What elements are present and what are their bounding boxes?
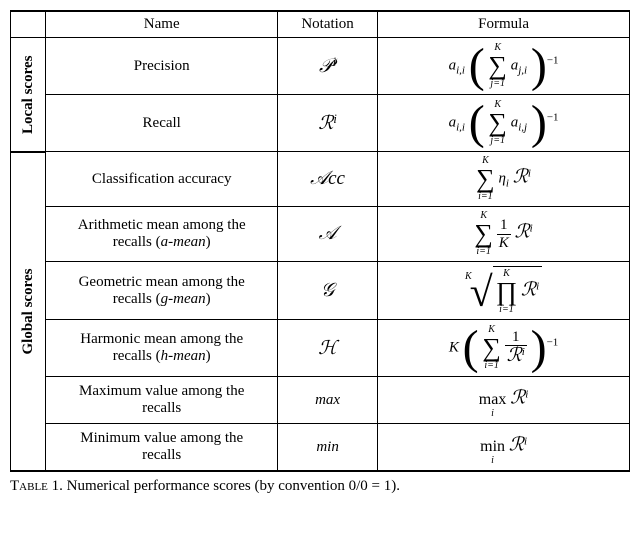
row-hmean: Harmonic mean among the recalls (h-mean)…	[11, 320, 630, 377]
max-notation: max	[278, 377, 378, 424]
precision-formula: ai,i ( K ∑ j=1 aj,i )−1	[378, 38, 630, 95]
row-max: Maximum value among the recalls max max …	[11, 377, 630, 424]
recall-name: Recall	[46, 95, 278, 152]
gmean-notation: 𝒢	[278, 262, 378, 320]
header-formula: Formula	[378, 11, 630, 38]
table-caption: Table 1. Numerical performance scores (b…	[10, 472, 630, 495]
group-global-label: Global scores	[11, 152, 46, 472]
max-formula: max i ℛi	[378, 377, 630, 424]
accuracy-notation: 𝒜cc	[278, 152, 378, 207]
amean-name: Arithmetic mean among the recalls (a-mea…	[46, 207, 278, 262]
gmean-formula: K √ K ∏ i=1 ℛi	[378, 262, 630, 320]
amean-formula: K ∑ i=1 1 K ℛi	[378, 207, 630, 262]
accuracy-name: Classification accuracy	[46, 152, 278, 207]
row-amean: Arithmetic mean among the recalls (a-mea…	[11, 207, 630, 262]
row-accuracy: Global scores Classification accuracy 𝒜c…	[11, 152, 630, 207]
hmean-notation: ℋ	[278, 320, 378, 377]
recall-formula: ai,i ( K ∑ j=1 ai,j )−1	[378, 95, 630, 152]
hmean-name: Harmonic mean among the recalls (h-mean)	[46, 320, 278, 377]
amean-notation: 𝒜	[278, 207, 378, 262]
precision-notation: 𝒫i	[278, 38, 378, 95]
row-min: Minimum value among the recalls min min …	[11, 424, 630, 472]
min-name: Minimum value among the recalls	[46, 424, 278, 472]
accuracy-formula: K ∑ i=1 ηi ℛi	[378, 152, 630, 207]
header-notation: Notation	[278, 11, 378, 38]
row-recall: Recall ℛi ai,i ( K ∑ j=1 ai,j )−1	[11, 95, 630, 152]
min-notation: min	[278, 424, 378, 472]
gmean-name: Geometric mean among the recalls (g-mean…	[46, 262, 278, 320]
corner-cell	[11, 11, 46, 38]
precision-name: Precision	[46, 38, 278, 95]
performance-scores-table: Name Notation Formula Local scores Preci…	[10, 10, 630, 472]
row-gmean: Geometric mean among the recalls (g-mean…	[11, 262, 630, 320]
min-formula: min i ℛi	[378, 424, 630, 472]
group-local-label: Local scores	[11, 38, 46, 152]
hmean-formula: K ( K ∑ i=1 1 ℛi )−1	[378, 320, 630, 377]
header-row: Name Notation Formula	[11, 11, 630, 38]
recall-notation: ℛi	[278, 95, 378, 152]
max-name: Maximum value among the recalls	[46, 377, 278, 424]
row-precision: Local scores Precision 𝒫i ai,i ( K ∑ j=1…	[11, 38, 630, 95]
header-name: Name	[46, 11, 278, 38]
